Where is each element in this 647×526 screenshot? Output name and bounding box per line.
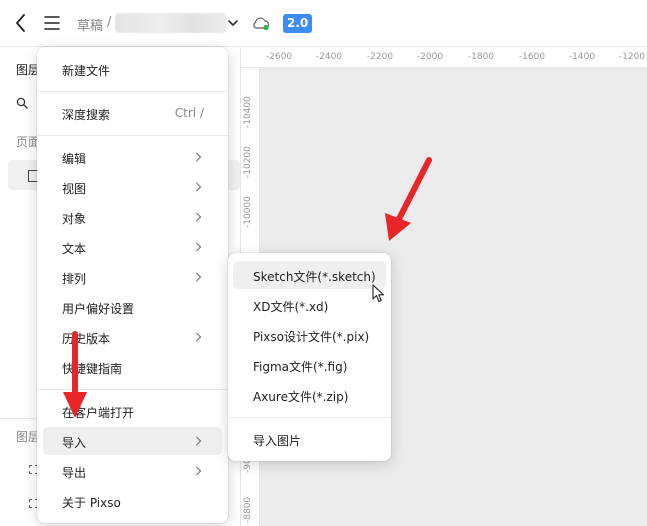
menu-item-object[interactable]: 对象	[43, 203, 222, 231]
ruler-tick: -2400	[315, 52, 343, 62]
menu-item-version-history[interactable]: 历史版本	[43, 323, 222, 351]
menu-item-deep-search[interactable]: 深度搜索 Ctrl /	[43, 99, 222, 127]
chevron-right-icon	[196, 152, 202, 162]
horizontal-ruler: -2600 -2400 -2200 -2000 -1800 -1600 -140…	[241, 48, 647, 68]
back-arrow-icon[interactable]	[12, 12, 30, 34]
submenu-item-xd[interactable]: XD文件(*.xd)	[233, 291, 386, 319]
ruler-tick: -1400	[568, 52, 596, 62]
menu-separator	[37, 135, 228, 136]
search-icon[interactable]	[16, 97, 28, 109]
ruler-tick: -1200	[618, 52, 646, 62]
import-submenu: Sketch文件(*.sketch) XD文件(*.xd) Pixso设计文件(…	[228, 253, 391, 461]
menu-item-view[interactable]: 视图	[43, 173, 222, 201]
cloud-saved-icon[interactable]	[251, 14, 271, 32]
submenu-item-pix[interactable]: Pixso设计文件(*.pix)	[233, 321, 386, 349]
main-menu: 新建文件 深度搜索 Ctrl / 编辑 视图 对象 文本 排列 用户偏好设置 历…	[37, 47, 228, 523]
breadcrumb-separator: /	[107, 15, 112, 30]
menu-item-arrange[interactable]: 排列	[43, 263, 222, 291]
mouse-pointer-icon	[372, 284, 385, 303]
menu-item-import[interactable]: 导入	[43, 427, 222, 455]
hamburger-menu-icon[interactable]	[42, 12, 62, 34]
chevron-right-icon	[196, 212, 202, 222]
submenu-item-import-image[interactable]: 导入图片	[233, 425, 386, 453]
ruler-tick: -8800	[243, 496, 253, 523]
ruler-tick: -10400	[243, 96, 253, 128]
menu-item-shortcut-guide[interactable]: 快捷键指南	[43, 353, 222, 381]
ruler-tick: -10200	[243, 146, 253, 178]
breadcrumb-drafts[interactable]: 草稿	[77, 15, 103, 34]
menu-item-text[interactable]: 文本	[43, 233, 222, 261]
menu-item-open-in-client[interactable]: 在客户端打开	[43, 397, 222, 425]
chevron-right-icon	[196, 242, 202, 252]
chevron-right-icon	[196, 436, 202, 446]
top-bar: 草稿 / 2.0	[0, 0, 647, 47]
chevron-right-icon	[196, 466, 202, 476]
chevron-right-icon	[196, 272, 202, 282]
chevron-right-icon	[196, 332, 202, 342]
menu-item-edit[interactable]: 编辑	[43, 143, 222, 171]
breadcrumb-file-name-redacted[interactable]	[115, 13, 227, 33]
menu-item-preferences[interactable]: 用户偏好设置	[43, 293, 222, 321]
menu-separator	[37, 91, 228, 92]
menu-item-new-file[interactable]: 新建文件	[43, 55, 222, 83]
menu-separator	[228, 417, 391, 418]
ruler-tick: -2000	[416, 52, 444, 62]
ruler-tick: -2600	[265, 52, 293, 62]
shortcut-label: Ctrl /	[174, 106, 204, 120]
ruler-tick: -2200	[366, 52, 394, 62]
chevron-down-icon[interactable]	[227, 17, 239, 29]
submenu-item-axure[interactable]: Axure文件(*.zip)	[233, 381, 386, 409]
chevron-right-icon	[196, 182, 202, 192]
submenu-item-sketch[interactable]: Sketch文件(*.sketch)	[233, 261, 386, 289]
ruler-tick: -1800	[467, 52, 495, 62]
menu-separator	[37, 389, 228, 390]
ruler-tick: -1600	[518, 52, 546, 62]
ruler-tick: -10000	[243, 196, 253, 228]
menu-item-about[interactable]: 关于 Pixso	[43, 487, 222, 515]
version-badge[interactable]: 2.0	[283, 14, 313, 33]
menu-item-export[interactable]: 导出	[43, 457, 222, 485]
submenu-item-figma[interactable]: Figma文件(*.fig)	[233, 351, 386, 379]
